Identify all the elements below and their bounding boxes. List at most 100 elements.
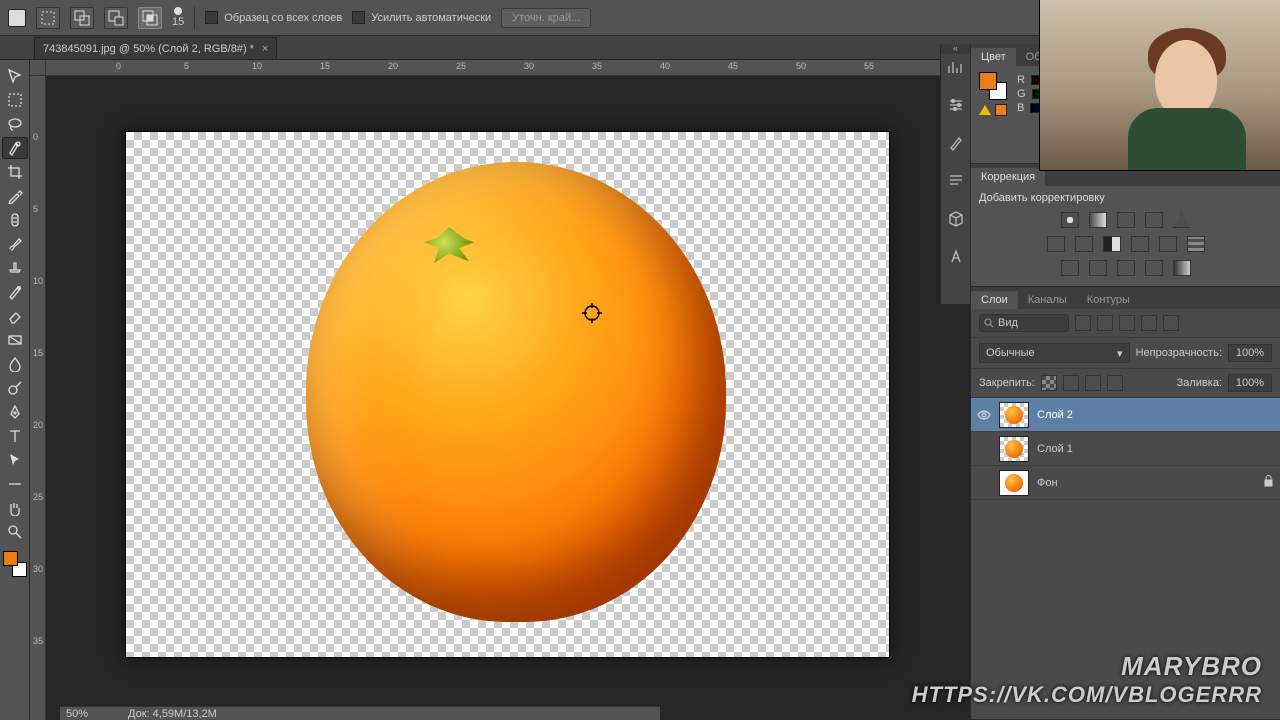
opt-add-selection-icon[interactable] [70,7,94,29]
adj-balance-icon[interactable] [1075,236,1093,252]
refine-edge-button[interactable]: Уточн. край... [501,8,591,28]
layer-name[interactable]: Слой 1 [1037,443,1073,455]
auto-enhance-checkbox[interactable]: Усилить автоматически [352,11,491,24]
brushes-panel-icon[interactable] [946,134,966,152]
quick-selection-tool[interactable] [2,137,28,159]
sample-all-layers-checkbox[interactable]: Образец со всех слоев [205,11,342,24]
ruler-vertical[interactable]: 05101520253035 [30,76,46,720]
ruler-tick: 50 [796,61,806,71]
adjustments-panel-icon[interactable] [946,96,966,114]
add-adjustment-label: Добавить корректировку [977,192,1105,204]
brush-size-picker[interactable]: 15 [172,7,184,28]
adj-posterize-icon[interactable] [1089,260,1107,276]
blur-tool[interactable] [2,353,28,375]
ruler-horizontal[interactable]: 0510152025303540455055 [46,60,970,76]
ruler-tick: 0 [33,132,38,142]
adj-exposure-icon[interactable] [1145,212,1163,228]
layer-thumbnail[interactable] [999,436,1029,462]
type-tool[interactable] [2,425,28,447]
3d-panel-icon[interactable] [946,210,966,228]
layer-name[interactable]: Фон [1037,477,1058,489]
layer-row[interactable]: Слой 1 [971,432,1280,466]
status-zoom[interactable]: 50% [66,708,88,720]
path-selection-tool[interactable] [2,449,28,471]
visibility-toggle[interactable] [977,442,991,456]
dock-collapse-icon[interactable]: « [941,44,970,54]
adj-channel-mixer-icon[interactable] [1159,236,1177,252]
layer-filter-select[interactable]: Вид [979,314,1069,332]
channel-r-label: R [1017,74,1025,86]
layer-row[interactable]: Слой 2 [971,398,1280,432]
clone-stamp-tool[interactable] [2,257,28,279]
crop-tool[interactable] [2,161,28,183]
pen-tool[interactable] [2,401,28,423]
canvas[interactable] [126,132,889,657]
visibility-toggle[interactable] [977,408,991,422]
opt-intersect-selection-icon[interactable] [138,7,162,29]
zoom-tool[interactable] [2,521,28,543]
close-icon[interactable]: × [262,43,268,55]
brush-tool[interactable] [2,233,28,255]
color-panel-swatches[interactable] [979,72,1007,100]
histogram-panel-icon[interactable] [946,58,966,76]
dodge-tool[interactable] [2,377,28,399]
adj-brightness-icon[interactable] [1061,212,1079,228]
filter-shape-icon[interactable] [1141,315,1157,331]
character-panel-icon[interactable] [946,248,966,266]
filter-type-icon[interactable] [1119,315,1135,331]
healing-brush-tool[interactable] [2,209,28,231]
opt-new-selection-icon[interactable] [36,7,60,29]
lock-transparency-icon[interactable] [1041,375,1057,391]
adj-bw-icon[interactable] [1103,236,1121,252]
eyedropper-tool[interactable] [2,185,28,207]
layer-thumbnail[interactable] [999,402,1029,428]
tab-layers[interactable]: Слои [971,291,1018,309]
filter-pixel-icon[interactable] [1075,315,1091,331]
marquee-tool[interactable] [2,89,28,111]
ruler-tick: 10 [33,276,43,286]
fill-input[interactable]: 100% [1228,374,1272,392]
adj-invert-icon[interactable] [1061,260,1079,276]
lock-pixels-icon[interactable] [1063,375,1079,391]
blend-mode-select[interactable]: Обычные ▾ [979,343,1130,363]
shape-tool[interactable] [2,473,28,495]
visibility-toggle[interactable] [977,476,991,490]
move-tool[interactable] [2,65,28,87]
document-tab[interactable]: 743845091.jpg @ 50% (Слой 2, RGB/8#) * × [34,37,277,59]
foreground-swatch[interactable] [979,72,997,90]
opacity-input[interactable]: 100% [1228,344,1272,362]
adj-vibrance-icon[interactable] [1173,212,1191,228]
ruler-tick: 55 [864,61,874,71]
paragraph-panel-icon[interactable] [946,172,966,190]
lock-position-icon[interactable] [1085,375,1101,391]
filter-adjust-icon[interactable] [1097,315,1113,331]
hand-tool[interactable] [2,497,28,519]
layer-name[interactable]: Слой 2 [1037,409,1073,421]
adj-levels-icon[interactable] [1089,212,1107,228]
gamut-warning[interactable] [979,104,1007,116]
layer-row[interactable]: Фон [971,466,1280,500]
adj-selective-icon[interactable] [1145,260,1163,276]
tab-channels[interactable]: Каналы [1018,291,1077,309]
tab-adjustments[interactable]: Коррекция [971,168,1045,186]
layer-thumbnail[interactable] [999,470,1029,496]
adj-curves-icon[interactable] [1117,212,1135,228]
lock-all-icon[interactable] [1107,375,1123,391]
status-doc-size: Док: 4,59M/13,2M [128,708,217,720]
history-brush-tool[interactable] [2,281,28,303]
eraser-tool[interactable] [2,305,28,327]
adj-gradient-map-icon[interactable] [1173,260,1191,276]
opt-subtract-selection-icon[interactable] [104,7,128,29]
gradient-tool[interactable] [2,329,28,351]
tab-paths[interactable]: Контуры [1077,291,1140,309]
lasso-tool[interactable] [2,113,28,135]
foreground-color-swatch[interactable] [3,551,18,566]
adj-hue-icon[interactable] [1047,236,1065,252]
filter-smart-icon[interactable] [1163,315,1179,331]
color-swatches[interactable] [2,550,28,578]
tool-preset-swatch[interactable] [8,9,26,27]
tab-color[interactable]: Цвет [971,48,1016,66]
adj-photo-filter-icon[interactable] [1131,236,1149,252]
adj-lookup-icon[interactable] [1187,236,1205,252]
adj-threshold-icon[interactable] [1117,260,1135,276]
